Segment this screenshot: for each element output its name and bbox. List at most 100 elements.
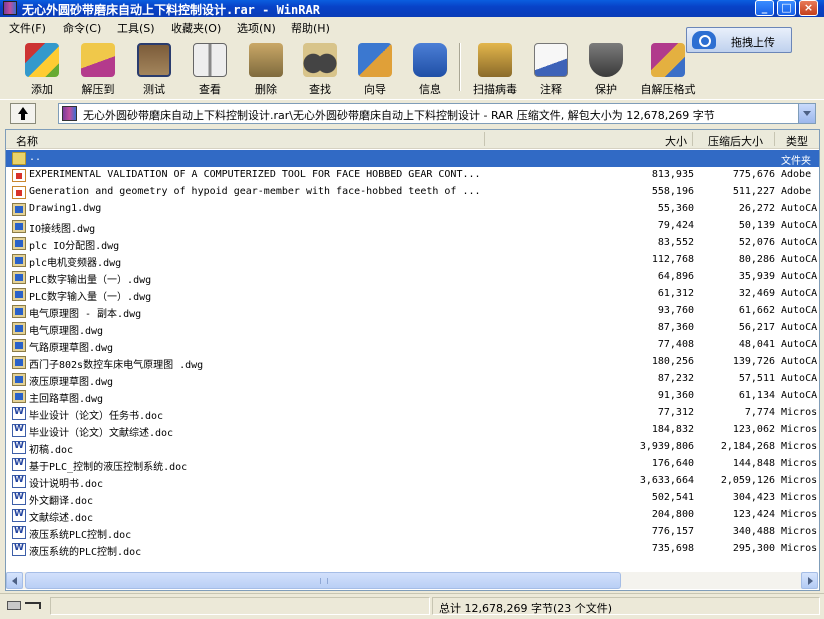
file-packed-size: 32,469: [738, 288, 775, 299]
column-size[interactable]: 大小: [665, 133, 687, 149]
file-row[interactable]: Drawing1.dwg 55,360 26,272 AutoCA: [6, 201, 819, 218]
wizard-icon: [358, 43, 392, 77]
comment-button[interactable]: 注释: [521, 41, 577, 96]
file-packed-size: 35,939: [738, 271, 775, 282]
dwg-file-icon: [12, 373, 26, 386]
column-packed[interactable]: 压缩后大小: [708, 133, 763, 149]
drag-upload-button[interactable]: 拖拽上传: [686, 27, 792, 53]
file-type: AutoCA: [781, 288, 818, 299]
file-type: Micros: [781, 441, 818, 452]
file-row[interactable]: 液压系统PLC控制.doc 776,157 340,488 Micros: [6, 524, 819, 541]
scroll-left-button[interactable]: [6, 572, 23, 589]
file-row[interactable]: 设计说明书.doc 3,633,664 2,059,126 Micros: [6, 473, 819, 490]
file-row[interactable]: PLC数字输出量（一）.dwg 64,896 35,939 AutoCA: [6, 269, 819, 286]
view-button[interactable]: 查看: [180, 41, 236, 96]
file-list[interactable]: 名称 大小 压缩后大小 类型 .. 文件夹 EXPERIMENTAL VALIDAT…: [5, 129, 820, 591]
minimize-button[interactable]: _: [755, 0, 774, 16]
file-row[interactable]: 毕业设计（论文）任务书.doc 77,312 7,774 Micros: [6, 405, 819, 422]
horizontal-scrollbar[interactable]: [6, 572, 818, 589]
protect-button[interactable]: 保护: [576, 41, 632, 96]
file-type: Micros: [781, 492, 818, 503]
menu-file[interactable]: 文件(F): [9, 20, 46, 36]
winrar-app-icon[interactable]: [3, 1, 17, 15]
file-size: 180,256: [651, 356, 694, 367]
dropdown-arrow-icon[interactable]: [798, 104, 815, 123]
key-icon[interactable]: [25, 602, 41, 609]
delete-trash-icon: [249, 43, 283, 77]
file-row[interactable]: 电气原理图.dwg 87,360 56,217 AutoCA: [6, 320, 819, 337]
file-row[interactable]: 基于PLC_控制的液压控制系统.doc 176,640 144,848 Micros: [6, 456, 819, 473]
title-bar: 无心外圆砂带磨床自动上下料控制设计.rar - WinRAR _ □ ×: [0, 0, 824, 17]
file-row[interactable]: 气路原理草图.dwg 77,408 48,041 AutoCA: [6, 337, 819, 354]
up-folder-button[interactable]: [10, 103, 36, 124]
dwg-file-icon: [12, 339, 26, 352]
file-packed-size: 7,774: [744, 407, 775, 418]
scroll-thumb[interactable]: [25, 572, 621, 589]
drive-icon[interactable]: [7, 601, 21, 610]
file-row[interactable]: 液压系统的PLC控制.doc 735,698 295,300 Micros: [6, 541, 819, 558]
test-clipboard-icon: [137, 43, 171, 77]
add-button[interactable]: 添加: [12, 41, 68, 96]
file-row[interactable]: 外文翻译.doc 502,541 304,423 Micros: [6, 490, 819, 507]
file-size: 502,541: [651, 492, 694, 503]
folder-file-icon: [12, 152, 26, 165]
wizard-button[interactable]: 向导: [345, 41, 401, 96]
menu-help[interactable]: 帮助(H): [291, 20, 330, 36]
scroll-right-button[interactable]: [801, 572, 818, 589]
file-type: AutoCA: [781, 237, 818, 248]
virus-scan-button[interactable]: 扫描病毒: [465, 41, 521, 96]
file-packed-size: 50,139: [738, 220, 775, 231]
status-text: 总计 12,678,269 字节(23 个文件): [439, 602, 613, 615]
file-size: 558,196: [651, 186, 694, 197]
file-size: 813,935: [651, 169, 694, 180]
dwg-file-icon: [12, 254, 26, 267]
wizard-label: 向导: [364, 83, 386, 96]
protect-label: 保护: [595, 83, 617, 96]
file-name: 基于PLC_控制的液压控制系统.doc: [29, 462, 188, 473]
file-name: 电气原理图.dwg: [29, 326, 104, 337]
file-row[interactable]: IO接线图.dwg 79,424 50,139 AutoCA: [6, 218, 819, 235]
menu-options[interactable]: 选项(N): [237, 20, 276, 36]
status-pane-left: [50, 597, 430, 615]
test-label: 测试: [143, 83, 165, 96]
file-name: 液压原理草图.dwg: [29, 377, 114, 388]
file-packed-size: 57,511: [738, 373, 775, 384]
close-button[interactable]: ×: [799, 0, 818, 16]
extract-to-button[interactable]: 解压到: [68, 41, 124, 96]
file-row[interactable]: 文献综述.doc 204,800 123,424 Micros: [6, 507, 819, 524]
file-row[interactable]: EXPERIMENTAL VALIDATION OF A COMPUTERIZE…: [6, 167, 819, 184]
path-combobox[interactable]: 无心外圆砂带磨床自动上下料控制设计.rar\无心外圆砂带磨床自动上下料控制设计 …: [58, 103, 816, 124]
file-row[interactable]: 毕业设计（论文）文献综述.doc 184,832 123,062 Micros: [6, 422, 819, 439]
menu-favorites[interactable]: 收藏夹(O): [171, 20, 221, 36]
file-row[interactable]: plc IO分配图.dwg 83,552 52,076 AutoCA: [6, 235, 819, 252]
file-row[interactable]: Generation and geometry of hypoid gear-m…: [6, 184, 819, 201]
doc-file-icon: [12, 475, 26, 488]
info-button[interactable]: 信息: [400, 41, 456, 96]
extract-to-label: 解压到: [81, 83, 115, 96]
test-button[interactable]: 测试: [124, 41, 180, 96]
find-button[interactable]: 查找: [290, 41, 346, 96]
parent-folder-row[interactable]: .. 文件夹: [6, 150, 819, 167]
delete-button[interactable]: 删除: [236, 41, 292, 96]
menu-commands[interactable]: 命令(C): [63, 20, 101, 36]
file-type: Adobe: [781, 186, 812, 197]
file-row[interactable]: 初稿.doc 3,939,806 2,184,268 Micros: [6, 439, 819, 456]
file-packed-size: 340,488: [732, 526, 775, 537]
column-name[interactable]: 名称: [16, 133, 38, 149]
file-row[interactable]: PLC数字输入量（一）.dwg 61,312 32,469 AutoCA: [6, 286, 819, 303]
file-row[interactable]: 主回路草图.dwg 91,360 61,134 AutoCA: [6, 388, 819, 405]
doc-file-icon: [12, 492, 26, 505]
file-name: 毕业设计（论文）文献综述.doc: [29, 428, 174, 439]
column-type[interactable]: 类型: [786, 133, 808, 149]
doc-file-icon: [12, 424, 26, 437]
file-packed-size: 511,227: [732, 186, 775, 197]
file-name: 液压系统的PLC控制.doc: [29, 547, 142, 558]
file-row[interactable]: 液压原理草图.dwg 87,232 57,511 AutoCA: [6, 371, 819, 388]
file-row[interactable]: 电气原理图 - 副本.dwg 93,760 61,662 AutoCA: [6, 303, 819, 320]
file-row[interactable]: 西门子802s数控车床电气原理图 .dwg 180,256 139,726 AutoC…: [6, 354, 819, 371]
maximize-button[interactable]: □: [777, 0, 796, 16]
menu-tools[interactable]: 工具(S): [117, 20, 155, 36]
file-row[interactable]: plc电机变频器.dwg 112,768 80,286 AutoCA: [6, 252, 819, 269]
pdf-file-icon: [12, 186, 26, 199]
file-packed-size: 139,726: [732, 356, 775, 367]
